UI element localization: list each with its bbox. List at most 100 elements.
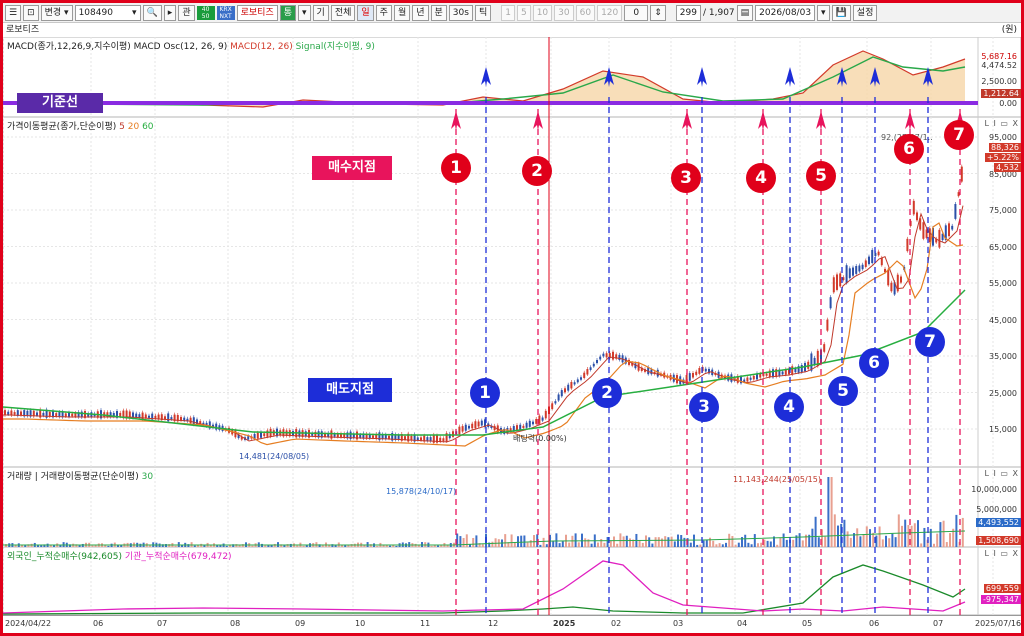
candle-body (688, 373, 691, 381)
link-button[interactable]: 통 (279, 4, 297, 21)
volume-bar (942, 520, 945, 547)
volume-bar (40, 545, 43, 547)
candle-body (461, 426, 464, 432)
volume-bar (766, 540, 769, 547)
volume-bar (939, 522, 942, 547)
volume-bar (702, 540, 705, 547)
candle-body (877, 251, 880, 256)
period-minute[interactable]: 분 (430, 4, 447, 21)
menu-icon[interactable]: ☰ (5, 4, 22, 21)
candle-body (532, 421, 534, 425)
candle-body (599, 356, 602, 360)
buy-marker-2: 2 (522, 156, 552, 186)
volume-bar (718, 543, 721, 547)
volume-bar (606, 537, 609, 547)
volume-bar (571, 535, 574, 547)
interval-60[interactable]: 60 (575, 4, 596, 21)
volume-bar (539, 544, 542, 547)
stepper-icon[interactable]: ⇕ (650, 4, 666, 21)
candle-body (912, 200, 915, 215)
market-chip-krx[interactable]: KRX NXT (216, 5, 235, 20)
candle-body (871, 249, 874, 264)
counter-field[interactable]: 0 (624, 4, 649, 21)
period-tick[interactable]: 틱 (474, 4, 492, 21)
candle-body (916, 212, 918, 221)
volume-bar (705, 539, 708, 547)
interval-1[interactable]: 1 (501, 4, 515, 21)
volume-panel-controls[interactable]: L I ▭ X (985, 469, 1019, 478)
interval-5[interactable]: 5 (516, 4, 531, 21)
volume-bar (910, 525, 913, 547)
period-month[interactable]: 월 (393, 4, 411, 21)
price-diff-tag: 4,532 (994, 163, 1021, 172)
candle-body (960, 166, 963, 182)
volume-bar (264, 545, 267, 547)
volume-bar (888, 538, 891, 547)
macd-label-zero: 0.00 (999, 99, 1017, 108)
period-year[interactable]: 년 (412, 4, 429, 21)
date-input[interactable]: 2026/08/03 (755, 4, 816, 21)
candle-body (826, 319, 829, 331)
volume-bar (193, 545, 196, 547)
candle-body (602, 353, 605, 357)
date-axis-label: 06 (93, 619, 104, 628)
search-icon[interactable]: 🔍 (142, 4, 162, 21)
volume-bar (728, 533, 731, 547)
view-count-input[interactable]: 299 (675, 4, 701, 21)
stock-code-input[interactable]: 108490 ▾ (74, 4, 141, 21)
all-button[interactable]: 전체 (330, 4, 356, 21)
date-axis-label: 04 (737, 619, 748, 628)
volume-bar (462, 538, 465, 547)
save-icon[interactable]: 💾 (831, 4, 851, 21)
candle-body (823, 344, 826, 352)
volume-bar (837, 525, 839, 547)
calendar-icon[interactable]: ▤ (736, 4, 754, 21)
volume-bar (91, 545, 94, 547)
volume-min-label: 15,878(24/10/17) (386, 487, 457, 496)
candle-body (266, 430, 269, 437)
volume-bar (440, 545, 443, 547)
volume-bar (574, 533, 577, 547)
volume-bar (590, 543, 593, 547)
volume-bar (760, 542, 763, 547)
date-axis-label: 2025 (553, 619, 576, 628)
price-change-tag: +5.22% (984, 153, 1021, 162)
stock-name-field[interactable]: 로보티즈 (236, 4, 278, 21)
date-axis-label: 05 (802, 619, 813, 628)
market-chip-4050[interactable]: 40 50 (196, 5, 215, 20)
settings-button[interactable]: 설정 (852, 4, 878, 21)
watch-button[interactable]: 관 (178, 4, 195, 21)
volume-bar (862, 534, 865, 547)
period-button[interactable]: 기 (312, 4, 329, 21)
period-30s[interactable]: 30s (448, 4, 473, 21)
chart-canvas[interactable] (3, 37, 1021, 615)
mode-select[interactable]: 변경 ▾ (40, 4, 73, 21)
volume-bar (923, 527, 926, 547)
mode-label: 변경 (44, 7, 62, 18)
candle-body (848, 268, 851, 278)
buy-marker-5: 5 (806, 161, 836, 191)
volume-bar (491, 541, 494, 547)
interval-30[interactable]: 30 (554, 4, 574, 21)
flow-panel-controls[interactable]: L I ▭ X (985, 549, 1019, 558)
compare-icon[interactable]: ⊡ (23, 4, 39, 21)
volume-bar (779, 537, 782, 547)
candle-body (861, 264, 864, 270)
volume-axis-1: 10,000,000 (971, 485, 1017, 494)
volume-bar (677, 534, 679, 547)
period-day[interactable]: 일 (357, 4, 374, 21)
dropdown-icon[interactable]: ▾ (298, 4, 311, 21)
volume-bar (459, 536, 462, 547)
interval-10[interactable]: 10 (532, 4, 553, 21)
volume-bar (776, 544, 779, 547)
volume-bar (494, 538, 497, 547)
candle-body (855, 266, 858, 274)
prev-stock-icon[interactable]: ▸ (163, 4, 177, 21)
dropdown-date-icon[interactable]: ▾ (817, 4, 830, 21)
candle-body (522, 425, 525, 428)
interval-120[interactable]: 120 (597, 4, 623, 21)
period-week[interactable]: 주 (375, 4, 392, 21)
sell-marker-5: 5 (828, 376, 858, 406)
price-panel-controls[interactable]: L I ▭ X (985, 119, 1019, 128)
candle-body (749, 377, 752, 380)
